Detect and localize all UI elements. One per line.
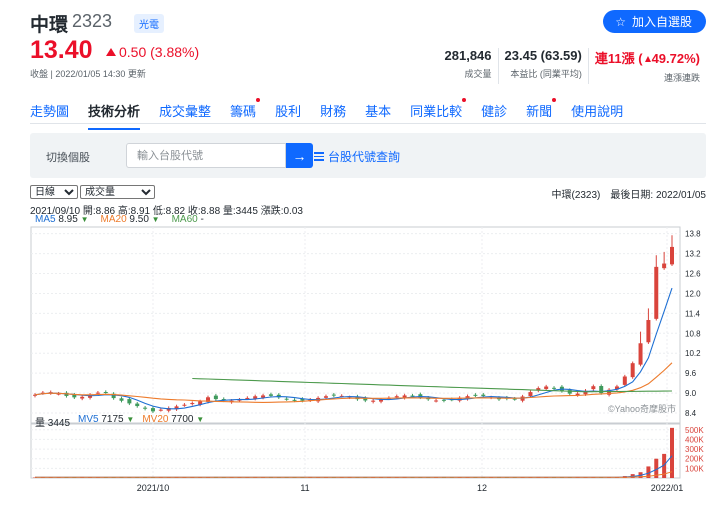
candle-body: [441, 399, 446, 401]
volume-panel-frame: [30, 423, 681, 479]
x-tick-label: 12: [477, 483, 487, 493]
candle-body: [158, 409, 163, 411]
vol-tick-label: 300K: [685, 445, 704, 454]
y-tick-label: 13.8: [685, 230, 701, 239]
candle-body: [394, 396, 399, 398]
vol-label: MV20: [142, 414, 169, 425]
mv20-legend-item: MV20 7700 ▼: [142, 414, 204, 429]
candle-body: [638, 343, 643, 365]
candle-body: [544, 386, 549, 389]
ma5-line: [34, 287, 673, 410]
candle-body: [331, 394, 336, 396]
candle-body: [284, 398, 289, 400]
mv20-line: [35, 471, 673, 478]
vol-label: MV5: [78, 414, 99, 425]
candle-body: [80, 396, 85, 399]
watermark: ©Yahoo奇摩股市: [608, 403, 676, 414]
candle-body: [434, 400, 439, 402]
candle-body: [575, 393, 580, 396]
vol-tick-label: 200K: [685, 455, 704, 464]
candle-body: [481, 394, 486, 396]
candle-body: [622, 376, 627, 385]
volume-legend: 量 3445 MV5 7175 ▼ MV20 7700 ▼: [35, 414, 204, 429]
vol-value: 7175: [101, 414, 124, 425]
candle-body: [119, 398, 124, 401]
candle-body: [323, 396, 328, 398]
down-triangle-icon: ▼: [196, 415, 205, 424]
vol-tick-label: 100K: [685, 464, 704, 473]
y-tick-label: 9.0: [685, 389, 697, 398]
candle-body: [654, 266, 659, 319]
candle-body: [670, 246, 674, 265]
candle-body: [567, 390, 572, 394]
y-tick-label: 10.8: [685, 329, 701, 338]
vol-legend-item: 量 3445: [35, 414, 70, 429]
candle-body: [103, 391, 108, 393]
candle-body: [528, 392, 533, 397]
candle-body: [646, 320, 651, 343]
x-tick-label: 2021/10: [137, 483, 170, 493]
mv5-legend-item: MV5 7175 ▼: [78, 414, 134, 429]
candle-body: [135, 403, 140, 407]
candle-body: [552, 387, 557, 389]
y-tick-label: 9.6: [685, 369, 697, 378]
candle-body: [512, 398, 517, 400]
volume-bar: [670, 427, 674, 478]
y-tick-label: 8.4: [685, 409, 697, 418]
candle-body: [95, 392, 100, 394]
candle-body: [245, 397, 250, 399]
candle-body: [213, 395, 218, 400]
candle-body: [268, 394, 273, 396]
y-tick-label: 11.4: [685, 309, 701, 318]
x-tick-label: 2022/01: [651, 483, 684, 493]
candle-body: [182, 404, 187, 406]
candle-body: [371, 400, 376, 402]
candle-body: [292, 399, 297, 401]
candle-body: [150, 408, 155, 412]
vol-label: 量: [35, 418, 45, 429]
candle-body: [143, 407, 148, 409]
y-tick-label: 12.0: [685, 289, 701, 298]
candle-body: [662, 263, 667, 269]
vol-tick-label: 400K: [685, 435, 704, 444]
y-tick-label: 12.6: [685, 270, 701, 279]
candle-body: [630, 363, 635, 378]
vol-tick-label: 500K: [685, 426, 704, 435]
y-tick-label: 10.2: [685, 349, 701, 358]
vol-value: 7700: [171, 414, 194, 425]
candle-body: [127, 399, 132, 404]
vol-value: 3445: [47, 418, 71, 429]
price-chart[interactable]: 13.8 13.2 12.6 12.0 11.4 10.8 10.2 9.6 9.0 8.4 500…: [0, 0, 720, 519]
down-triangle-icon: ▼: [126, 415, 135, 424]
candle-body: [473, 394, 478, 396]
candle-body: [190, 403, 195, 405]
candle-body: [591, 386, 596, 390]
y-tick-label: 13.2: [685, 250, 701, 259]
x-tick-label: 11: [300, 483, 309, 493]
